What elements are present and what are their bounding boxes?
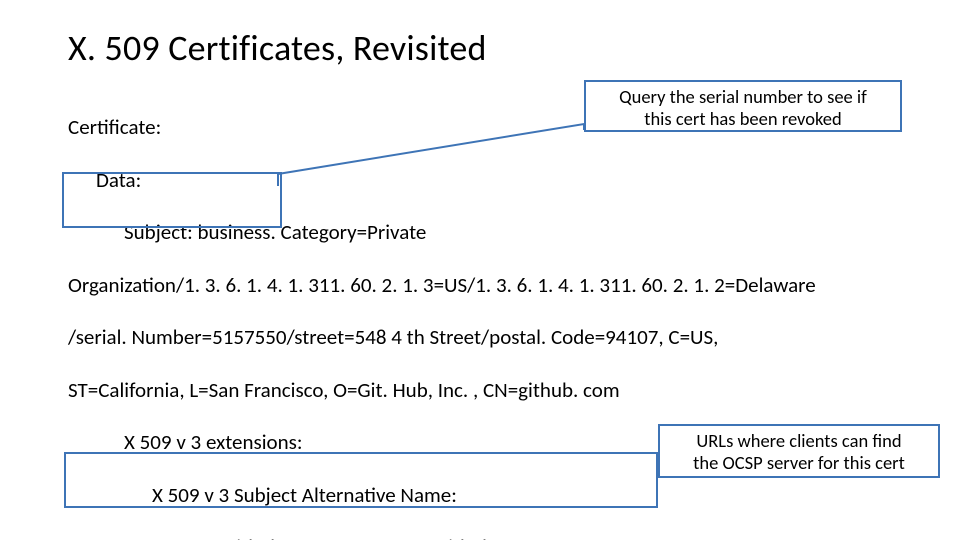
callout-text: Query the serial number to see if <box>594 86 892 108</box>
callout-serial-number: Query the serial number to see if this c… <box>584 80 902 132</box>
callout-text: this cert has been revoked <box>594 108 892 130</box>
highlight-ocsp-block <box>64 452 658 508</box>
callout-text: the OCSP server for this cert <box>668 452 930 474</box>
highlight-serial-number <box>62 172 282 228</box>
slide-title: X. 509 Certificates, Revisited <box>68 26 487 70</box>
cert-line: Organization/1. 3. 6. 1. 4. 1. 311. 60. … <box>68 272 898 298</box>
callout-text: URLs where clients can find <box>668 430 930 452</box>
callout-ocsp-url: URLs where clients can find the OCSP ser… <box>658 424 940 478</box>
slide: X. 509 Certificates, Revisited Certifica… <box>0 0 960 540</box>
cert-line: /serial. Number=5157550/street=548 4 th … <box>68 324 898 350</box>
cert-line: DNS: github. com, DNS: www. github. com <box>68 534 898 540</box>
cert-line: ST=California, L=San Francisco, O=Git. H… <box>68 377 898 403</box>
callout-pointer-serial <box>278 130 598 190</box>
